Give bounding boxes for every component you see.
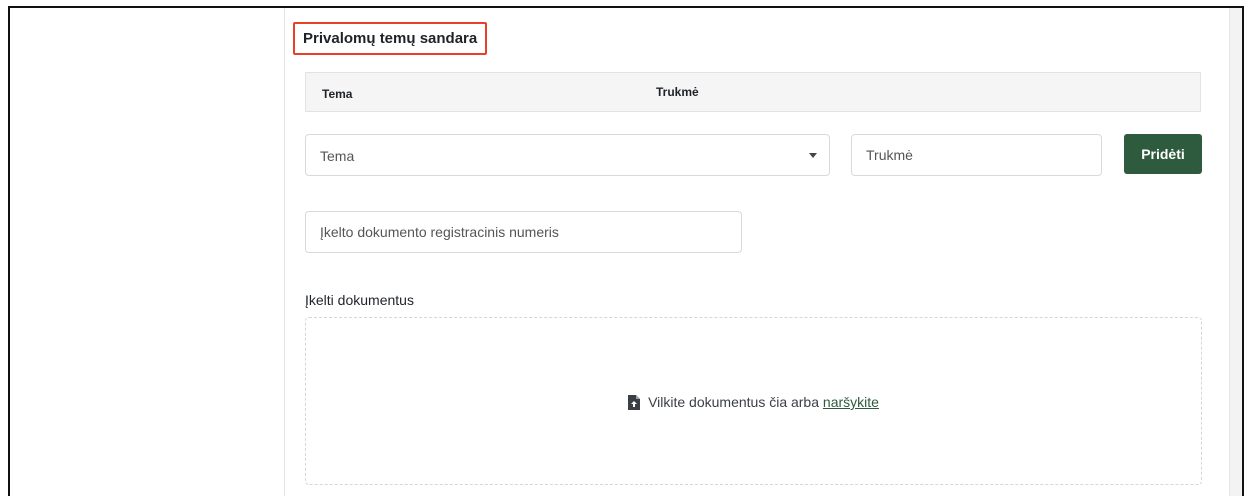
dropzone-content: Vilkite dokumentus čia arba naršykite xyxy=(306,394,1201,413)
chevron-down-icon xyxy=(809,153,817,158)
file-upload-icon xyxy=(628,395,641,413)
topics-table-header: Tema Trukmė xyxy=(305,72,1201,112)
browse-link[interactable]: naršykite xyxy=(823,394,879,410)
section-title: Privalomų temų sandara xyxy=(293,22,488,55)
right-gutter xyxy=(1229,8,1242,496)
mandatory-topics-card: Privalomų temų sandara Tema Trukmė Tema … xyxy=(285,8,1229,496)
column-header-duration: Trukmė xyxy=(656,85,699,99)
add-button[interactable]: Pridėti xyxy=(1124,134,1202,174)
registration-number-input[interactable] xyxy=(305,211,742,253)
duration-input[interactable] xyxy=(851,134,1102,176)
topic-select[interactable]: Tema xyxy=(305,134,830,176)
window-frame: Privalomų temų sandara Tema Trukmė Tema … xyxy=(8,6,1244,496)
dropzone-text: Vilkite dokumentus čia arba xyxy=(648,394,823,410)
topic-select-placeholder: Tema xyxy=(320,148,355,164)
document-dropzone[interactable]: Vilkite dokumentus čia arba naršykite xyxy=(305,317,1202,485)
left-sidebar-panel xyxy=(10,8,285,496)
upload-documents-label: Įkelti dokumentus xyxy=(305,292,414,308)
column-header-topic: Tema xyxy=(322,87,353,101)
